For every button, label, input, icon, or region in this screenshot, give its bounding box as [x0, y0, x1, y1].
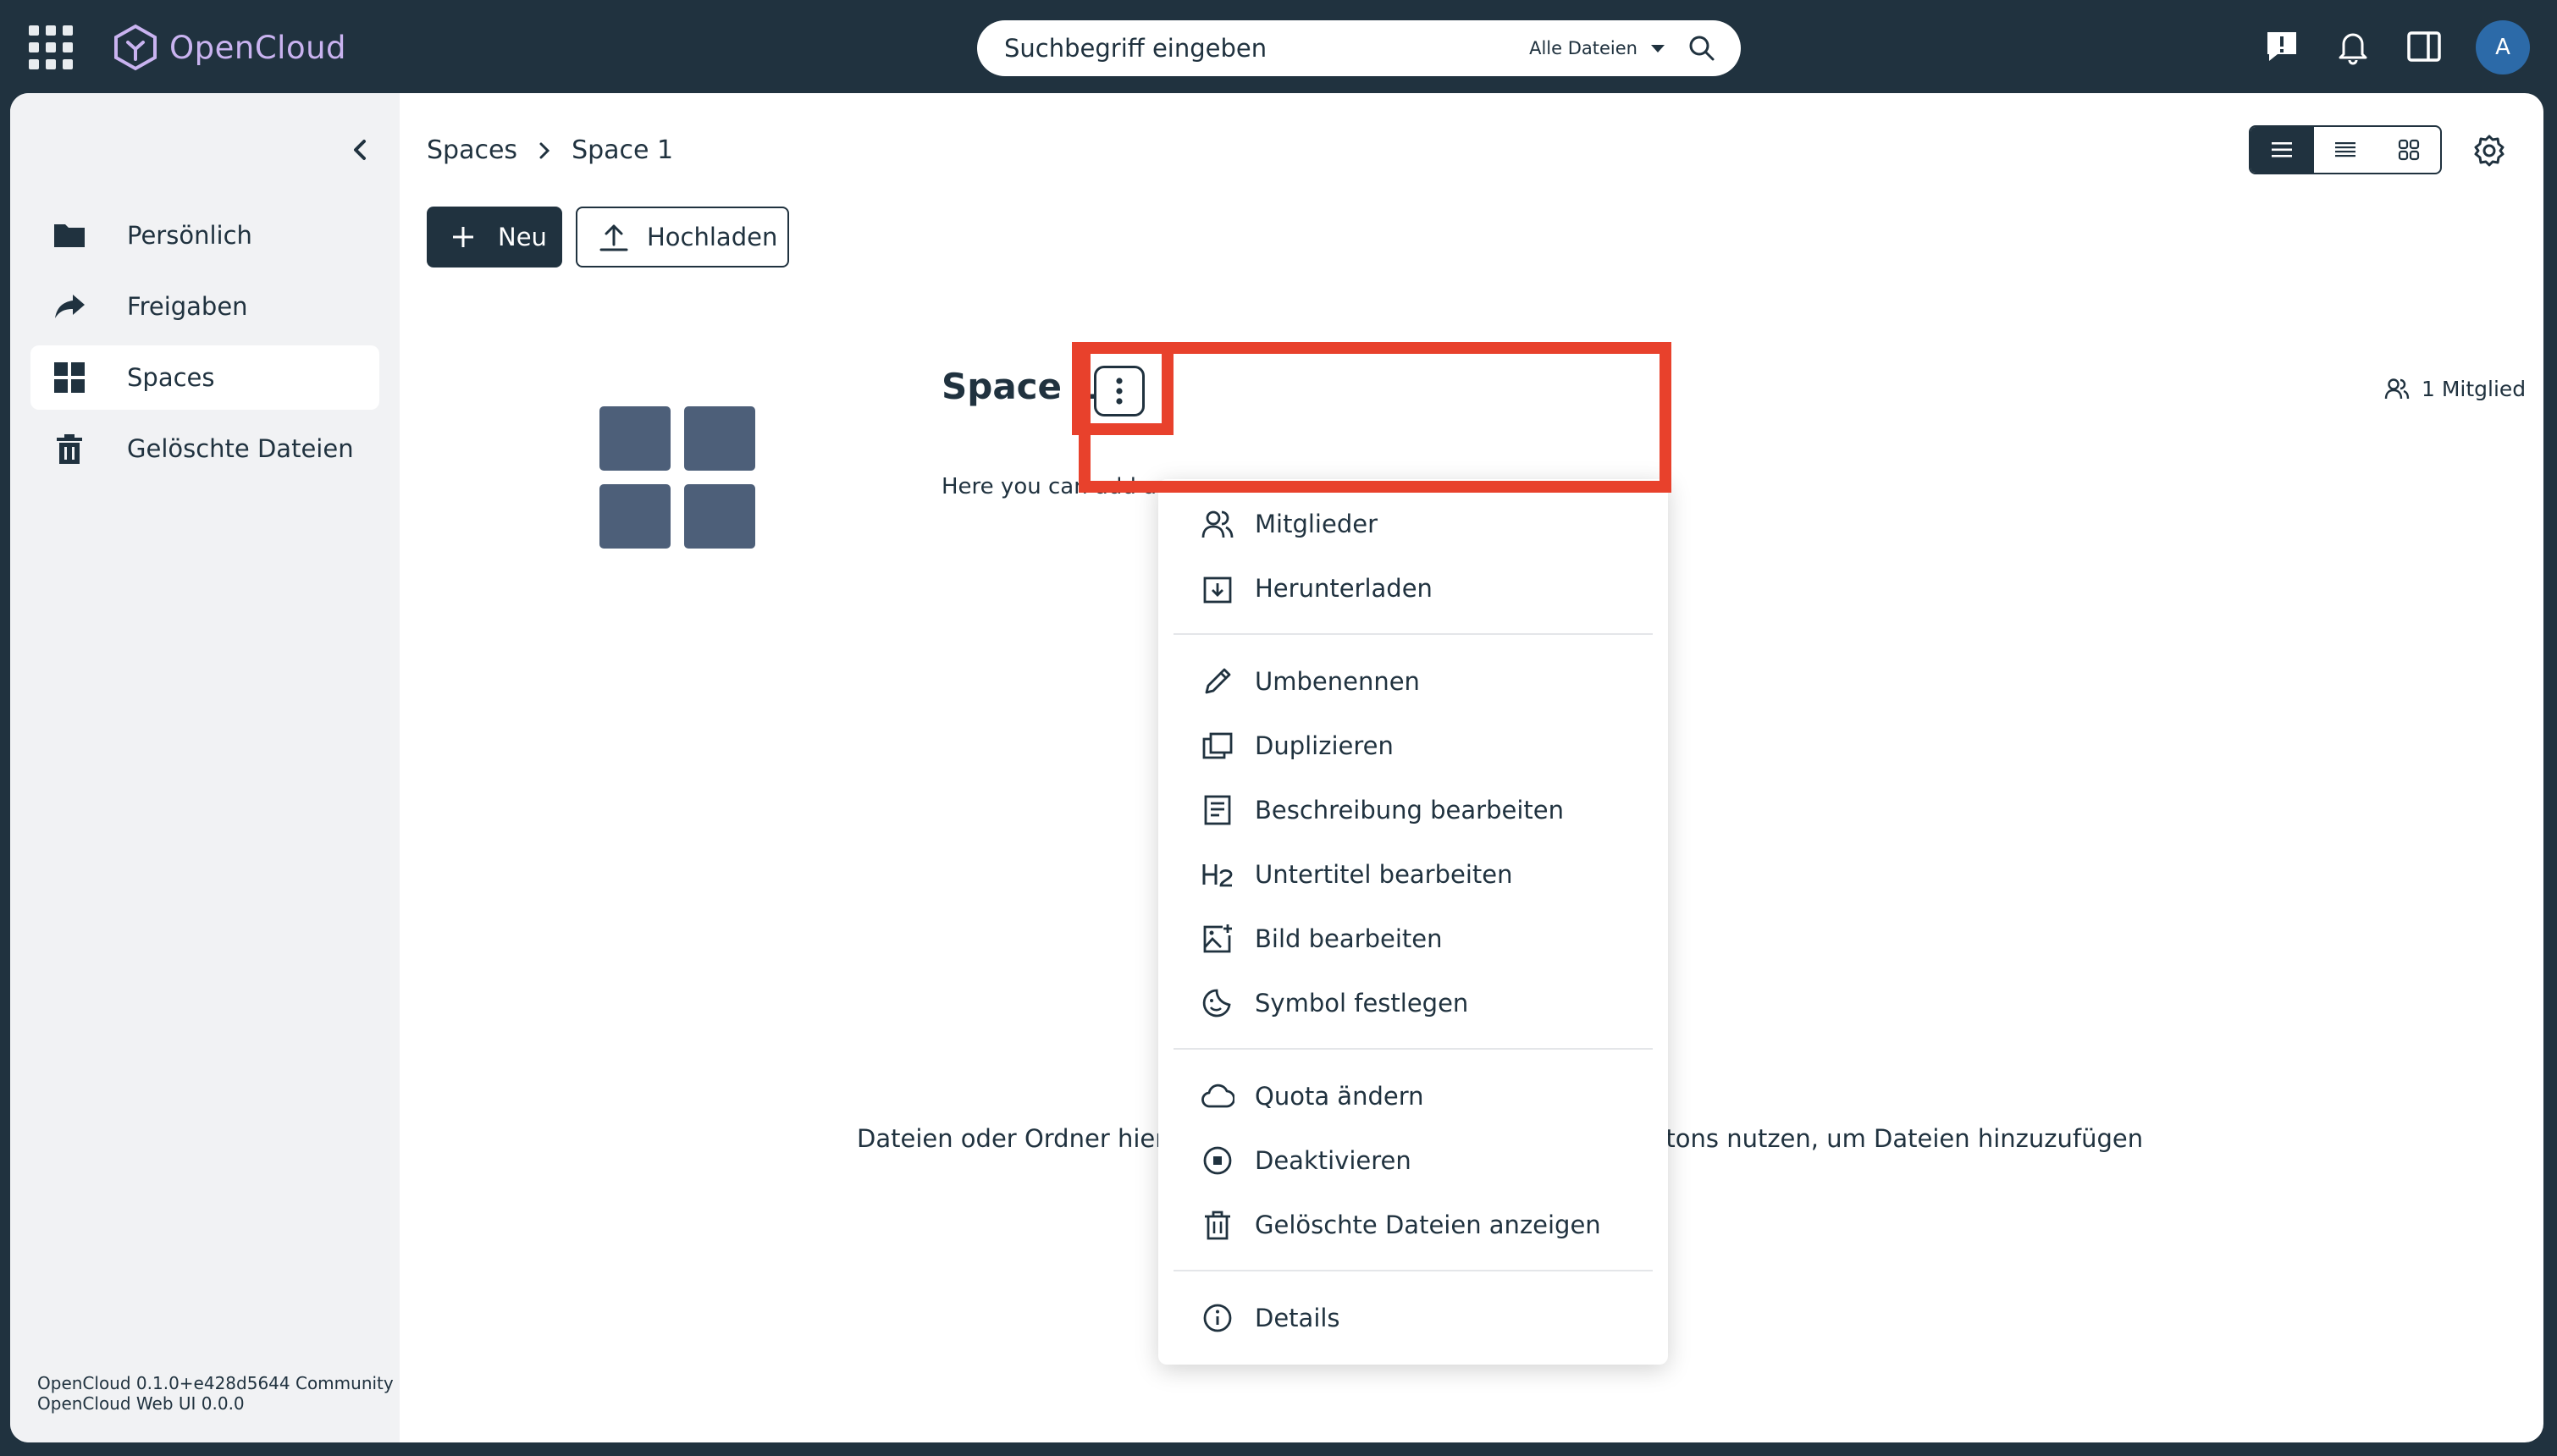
sidebar-item-personal[interactable]: Persönlich — [30, 203, 379, 267]
list-icon — [2272, 142, 2293, 157]
version-line: OpenCloud 0.1.0+e428d5644 Community — [37, 1373, 394, 1393]
info-icon — [1203, 1304, 1232, 1332]
view-mode-switch — [2249, 125, 2442, 174]
space-context-menu: Mitglieder Herunterladen Umbenennen Dupl… — [1158, 479, 1668, 1365]
bell-icon[interactable] — [2332, 25, 2374, 68]
breadcrumb-item-current[interactable]: Space 1 — [572, 135, 673, 165]
menu-item-duplicate[interactable]: Duplizieren — [1158, 716, 1668, 775]
version-info: OpenCloud 0.1.0+e428d5644 Community Open… — [37, 1373, 394, 1414]
sidebar-item-label: Spaces — [127, 363, 215, 392]
download-archive-icon — [1203, 576, 1232, 604]
sidebar-panel-icon[interactable] — [2403, 25, 2445, 68]
spaces-grid-icon — [54, 362, 85, 393]
menu-item-rename[interactable]: Umbenennen — [1158, 652, 1668, 711]
stop-circle-icon — [1203, 1146, 1232, 1175]
search-bar[interactable]: Suchbegriff eingeben Alle Dateien — [977, 20, 1741, 76]
sidebar-item-trash[interactable]: Gelöschte Dateien — [30, 416, 379, 481]
members-icon — [2384, 378, 2410, 400]
condensed-list-icon — [2335, 142, 2355, 157]
search-input[interactable]: Suchbegriff eingeben — [1004, 34, 1529, 63]
duplicate-icon — [1202, 732, 1233, 759]
members-count: 1 Mitglied — [2422, 376, 2527, 401]
opencloud-logo-icon — [114, 24, 157, 71]
space-members-link[interactable]: 1 Mitglied — [2384, 376, 2526, 401]
menu-item-label: Symbol festlegen — [1255, 989, 1469, 1018]
app-frame: Persönlich Freigaben Spaces Gelöschte Da… — [10, 93, 2543, 1442]
sidebar-item-spaces[interactable]: Spaces — [30, 345, 379, 410]
collapse-sidebar-icon[interactable] — [347, 135, 373, 164]
folder-icon — [54, 224, 85, 247]
menu-item-label: Quota ändern — [1255, 1082, 1424, 1111]
menu-item-edit-subtitle[interactable]: Untertitel bearbeiten — [1158, 845, 1668, 904]
tiles-icon — [2398, 139, 2419, 161]
empty-hint-text: ttons nutzen, um Dateien hinzuzufügen — [1656, 1124, 2144, 1153]
plus-icon — [453, 227, 473, 247]
opencloud-logo[interactable]: OpenCloud — [113, 22, 346, 73]
menu-item-label: Mitglieder — [1255, 510, 1378, 538]
menu-item-edit-image[interactable]: Bild bearbeiten — [1158, 909, 1668, 968]
sidebar-item-shares[interactable]: Freigaben — [30, 274, 379, 339]
app-switcher-icon[interactable] — [29, 25, 73, 69]
upload-button-label: Hochladen — [647, 223, 778, 251]
upload-button[interactable]: Hochladen — [576, 207, 789, 267]
empty-folder-hint: Dateien oder Ordner hierhe ttons nutzen,… — [857, 1124, 2143, 1153]
user-avatar[interactable]: A — [2476, 20, 2530, 74]
empty-hint-text: Dateien oder Ordner hierhe — [857, 1124, 1196, 1153]
breadcrumb: Spaces Space 1 — [427, 135, 673, 165]
menu-item-label: Untertitel bearbeiten — [1255, 860, 1513, 889]
menu-divider — [1174, 633, 1653, 635]
menu-divider — [1174, 1048, 1653, 1050]
sidebar-item-label: Gelöschte Dateien — [127, 434, 354, 463]
new-button-label: Neu — [498, 223, 547, 251]
chevron-right-icon — [539, 142, 550, 158]
menu-item-label: Beschreibung bearbeiten — [1255, 796, 1564, 825]
menu-item-label: Duplizieren — [1255, 731, 1394, 760]
menu-item-label: Details — [1255, 1304, 1340, 1332]
menu-item-label: Herunterladen — [1255, 574, 1433, 603]
sidebar: Persönlich Freigaben Spaces Gelöschte Da… — [10, 93, 400, 1442]
menu-item-download[interactable]: Herunterladen — [1158, 559, 1668, 618]
top-bar: OpenCloud Suchbegriff eingeben Alle Date… — [0, 0, 2557, 93]
chevron-down-icon[interactable] — [1651, 44, 1665, 52]
menu-item-show-trash[interactable]: Gelöschte Dateien anzeigen — [1158, 1195, 1668, 1255]
menu-item-members[interactable]: Mitglieder — [1158, 494, 1668, 554]
menu-item-edit-description[interactable]: Beschreibung bearbeiten — [1158, 780, 1668, 840]
menu-item-label: Umbenennen — [1255, 667, 1420, 696]
menu-item-change-quota[interactable]: Quota ändern — [1158, 1067, 1668, 1126]
space-image — [599, 406, 755, 549]
sidebar-item-label: Freigaben — [127, 292, 248, 321]
new-button[interactable]: Neu — [427, 207, 562, 267]
gear-icon[interactable] — [2472, 134, 2506, 168]
trash-icon — [1205, 1211, 1230, 1240]
breadcrumb-item-spaces[interactable]: Spaces — [427, 135, 517, 165]
menu-item-details[interactable]: Details — [1158, 1288, 1668, 1348]
menu-item-label: Gelöschte Dateien anzeigen — [1255, 1211, 1601, 1239]
app-name: OpenCloud — [169, 29, 347, 66]
image-add-icon — [1203, 924, 1232, 953]
version-line: OpenCloud Web UI 0.0.0 — [37, 1393, 245, 1414]
menu-item-label: Deaktivieren — [1255, 1146, 1411, 1175]
members-icon — [1201, 510, 1234, 538]
search-icon[interactable] — [1687, 33, 1717, 63]
cloud-icon — [1201, 1084, 1234, 1108]
upload-icon — [599, 224, 628, 251]
description-icon — [1204, 795, 1231, 825]
trash-icon — [57, 434, 82, 464]
heading-h2-icon — [1202, 864, 1233, 887]
menu-item-set-icon[interactable]: Symbol festlegen — [1158, 973, 1668, 1033]
feedback-icon[interactable] — [2261, 25, 2303, 68]
search-scope-select[interactable]: Alle Dateien — [1529, 38, 1637, 58]
view-condensed-button[interactable] — [2314, 127, 2378, 173]
menu-item-label: Bild bearbeiten — [1255, 924, 1443, 953]
sidebar-item-label: Persönlich — [127, 221, 252, 250]
emoji-sticker-icon — [1202, 989, 1231, 1018]
view-list-button[interactable] — [2250, 127, 2314, 173]
highlight-members-item — [1079, 342, 1671, 493]
view-tiles-button[interactable] — [2377, 127, 2440, 173]
menu-item-deactivate[interactable]: Deaktivieren — [1158, 1131, 1668, 1190]
share-arrow-icon — [55, 295, 85, 318]
pencil-icon — [1205, 668, 1231, 694]
menu-divider — [1174, 1270, 1653, 1271]
